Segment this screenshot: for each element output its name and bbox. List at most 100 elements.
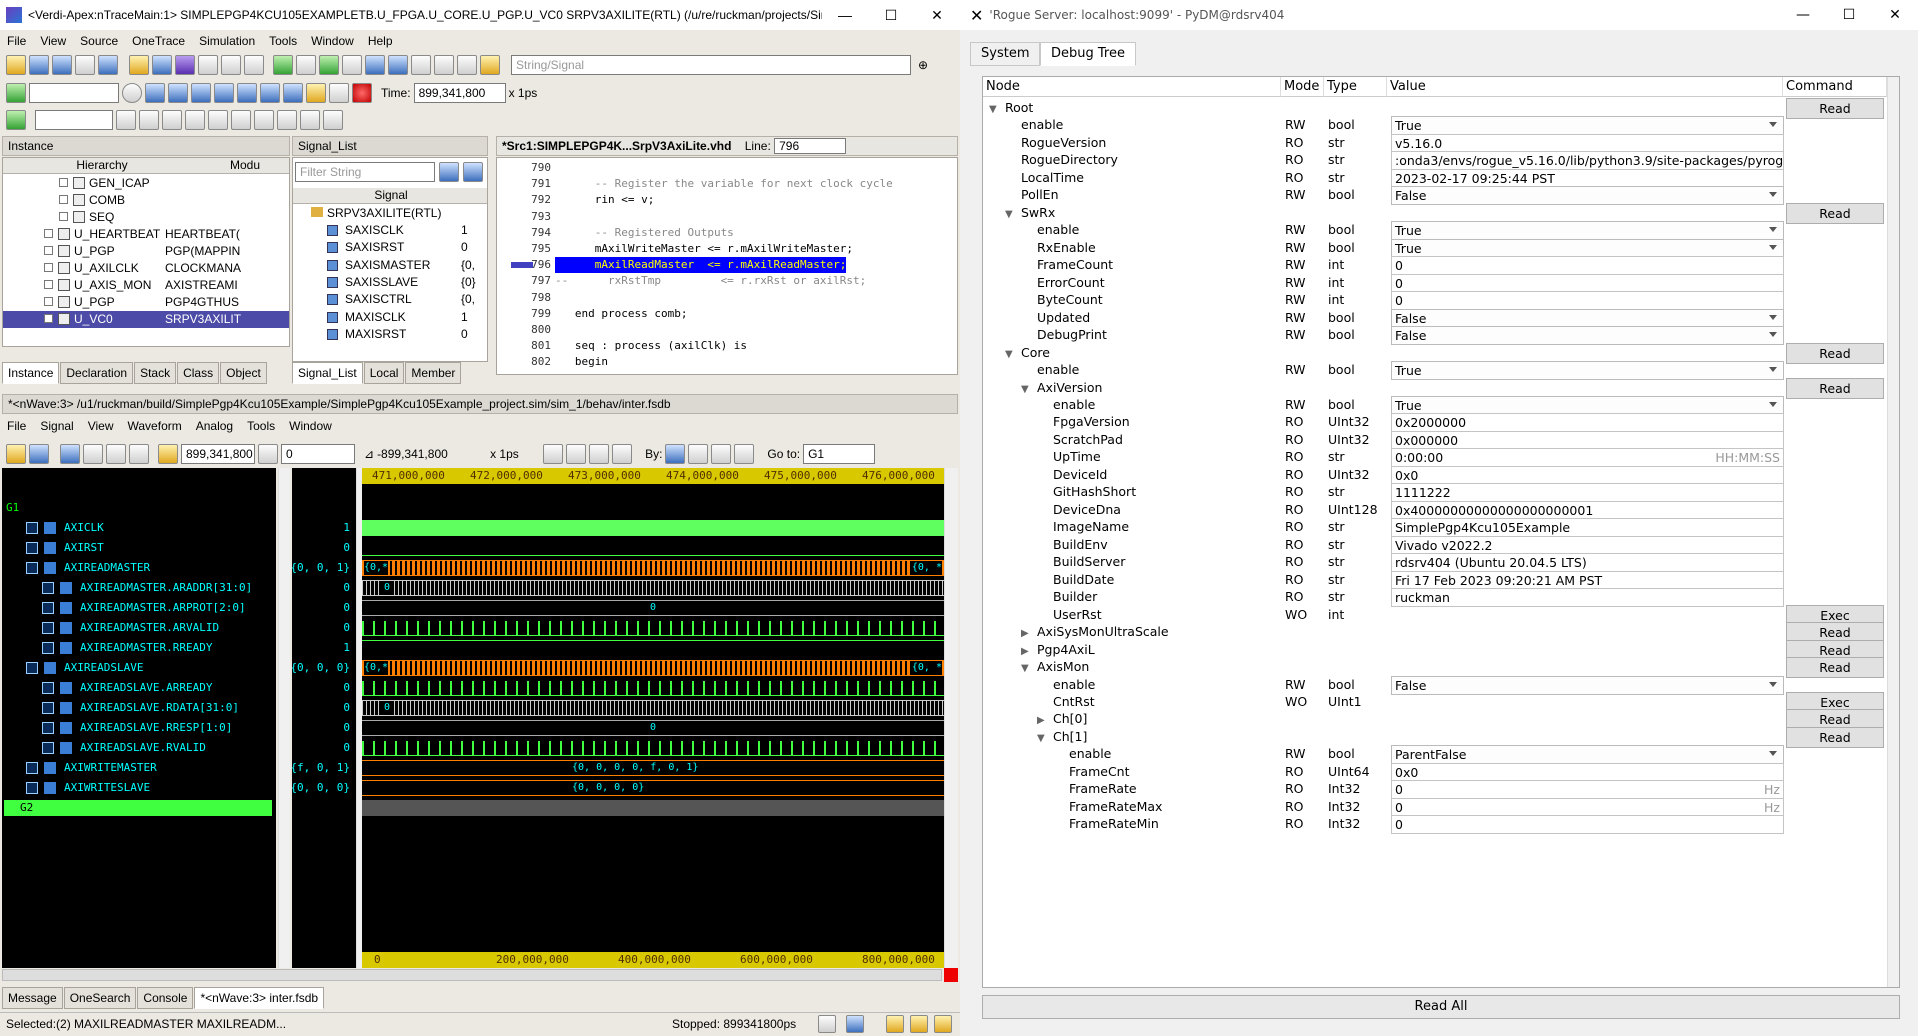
col-type[interactable]: Type xyxy=(1324,77,1387,97)
wave-menu-window[interactable]: Window xyxy=(282,416,339,436)
chip-icon[interactable] xyxy=(480,55,500,75)
instance-row[interactable]: U_HEARTBEAT HEARTBEAT( xyxy=(3,226,289,243)
find-icon[interactable] xyxy=(463,162,483,182)
instance-row[interactable]: GEN_ICAP xyxy=(3,175,289,192)
expand-icon[interactable] xyxy=(44,280,53,289)
signal-row[interactable]: SAXISMASTER {0, xyxy=(297,257,483,274)
step-out-icon[interactable] xyxy=(191,83,211,103)
marker-icon[interactable] xyxy=(258,444,278,464)
signal-row[interactable]: MAXISRST 0 xyxy=(297,326,483,343)
menu-onetrace[interactable]: OneTrace xyxy=(125,31,192,51)
wave-signal-name[interactable]: AXIREADSLAVE.ARREADY xyxy=(42,680,212,696)
check-icon[interactable] xyxy=(6,110,26,130)
tool2-icon[interactable] xyxy=(139,110,159,130)
tab-local[interactable]: Local xyxy=(363,362,405,384)
zoom-in-icon[interactable] xyxy=(566,444,587,464)
dot2-icon[interactable] xyxy=(434,55,454,75)
edit-icon[interactable] xyxy=(152,55,172,75)
paste-icon[interactable] xyxy=(129,444,149,464)
expand-icon[interactable] xyxy=(59,178,68,187)
wave-signal-name[interactable]: AXIREADMASTER.RREADY xyxy=(42,640,212,656)
undo-icon[interactable] xyxy=(231,110,251,130)
waveform-canvas[interactable]: 471,000,000 472,000,000 473,000,000 474,000… xyxy=(362,468,944,968)
expand-arrow-icon[interactable]: ▼ xyxy=(1021,663,1033,674)
bottom-tab[interactable]: OneSearch xyxy=(63,987,137,1009)
expand-arrow-icon[interactable]: ▼ xyxy=(1005,209,1017,220)
tab-declaration[interactable]: Declaration xyxy=(60,362,134,384)
step-back-icon[interactable] xyxy=(214,83,234,103)
wave-signal-name[interactable]: AXIRST xyxy=(26,540,104,556)
expand-arrow-icon[interactable]: ▼ xyxy=(1005,349,1017,360)
tile2-icon[interactable] xyxy=(244,55,264,75)
wave-menu-waveform[interactable]: Waveform xyxy=(121,416,189,436)
tool8-icon[interactable] xyxy=(323,110,343,130)
back-arrow-icon[interactable] xyxy=(319,55,339,75)
trace-icon[interactable] xyxy=(365,55,385,75)
search-edge-icon[interactable] xyxy=(734,444,755,464)
line-field[interactable]: 796 xyxy=(774,138,847,154)
restart-icon[interactable] xyxy=(260,83,280,103)
menu-view[interactable]: View xyxy=(33,31,73,51)
wave-open-icon[interactable] xyxy=(6,444,26,464)
marker-time-field[interactable]: 0 xyxy=(281,444,355,464)
tool4-icon[interactable] xyxy=(185,110,205,130)
dot3-icon[interactable] xyxy=(457,55,477,75)
expand-arrow-icon[interactable]: ▶ xyxy=(1037,715,1049,726)
bottom-tab[interactable]: Console xyxy=(137,987,194,1009)
close-icon[interactable]: ✕ xyxy=(914,0,960,30)
wave-menu-signal[interactable]: Signal xyxy=(33,416,80,436)
home-icon[interactable] xyxy=(818,1015,836,1033)
bookmark-icon[interactable] xyxy=(306,83,326,103)
prev-edge-icon[interactable] xyxy=(688,444,709,464)
instance-row[interactable]: U_VC0 SRPV3AXILIT xyxy=(3,311,289,328)
copy-icon[interactable] xyxy=(106,444,126,464)
select-icon[interactable] xyxy=(98,55,118,75)
bottom-tab[interactable]: Message xyxy=(2,987,63,1009)
list-icon[interactable] xyxy=(75,55,95,75)
instance-row[interactable]: U_AXILCLK CLOCKMANA xyxy=(3,260,289,277)
run-icon[interactable] xyxy=(6,83,26,103)
expand-icon[interactable] xyxy=(44,297,53,306)
filter-icon[interactable] xyxy=(439,162,459,182)
jump-icon[interactable] xyxy=(237,83,257,103)
step-icon[interactable] xyxy=(388,55,408,75)
waveform-hscroll[interactable] xyxy=(2,969,942,981)
wave-signal-name[interactable]: AXIWRITESLAVE xyxy=(26,780,150,796)
bottom-tab[interactable]: *<nWave:3> inter.fsdb xyxy=(194,987,325,1009)
tab-member[interactable]: Member xyxy=(405,362,462,384)
cursor-time-field[interactable]: 899,341,800 xyxy=(181,444,255,464)
goto-select[interactable]: G1 xyxy=(803,444,876,464)
tab-debug-tree[interactable]: Debug Tree xyxy=(1040,42,1136,66)
wave-signal-name[interactable]: AXIREADSLAVE.RDATA[31:0] xyxy=(42,700,239,716)
step-over-icon[interactable] xyxy=(145,83,165,103)
expand-icon[interactable] xyxy=(44,314,53,323)
menu-tools[interactable]: Tools xyxy=(262,31,304,51)
col-value[interactable]: Value xyxy=(1387,77,1783,97)
folder-icon[interactable] xyxy=(129,55,149,75)
menu-simulation[interactable]: Simulation xyxy=(192,31,262,51)
download-icon[interactable] xyxy=(329,83,349,103)
tool6-icon[interactable] xyxy=(277,110,297,130)
wave-signal-name[interactable]: AXIREADMASTER.ARVALID xyxy=(42,620,219,636)
signal-row[interactable]: SAXISRST 0 xyxy=(297,239,483,256)
read-all-button[interactable]: Read All xyxy=(982,995,1900,1019)
down-icon[interactable] xyxy=(934,1015,952,1033)
up-icon[interactable] xyxy=(886,1015,904,1033)
menu-file[interactable]: File xyxy=(0,31,33,51)
expand-icon[interactable] xyxy=(59,195,68,204)
cursor-icon[interactable] xyxy=(158,444,178,464)
wave-signal-name[interactable]: AXIREADSLAVE.RRESP[1:0] xyxy=(42,720,232,736)
menu-source[interactable]: Source xyxy=(73,31,125,51)
grid-icon[interactable] xyxy=(52,55,72,75)
module-col-header[interactable]: Modu xyxy=(201,158,289,174)
cut-icon[interactable] xyxy=(83,444,103,464)
hierarchy-col-header[interactable]: Hierarchy xyxy=(3,158,201,174)
open-icon[interactable] xyxy=(6,55,26,75)
maximize-icon[interactable]: ☐ xyxy=(868,0,914,30)
instance-row[interactable]: SEQ xyxy=(3,209,289,226)
menu-help[interactable]: Help xyxy=(361,31,400,51)
signal-root-row[interactable]: SRPV3AXILITE(RTL) xyxy=(297,205,483,222)
table-icon[interactable] xyxy=(29,55,49,75)
zoom-range-icon[interactable] xyxy=(612,444,633,464)
wave-menu-analog[interactable]: Analog xyxy=(189,416,240,436)
